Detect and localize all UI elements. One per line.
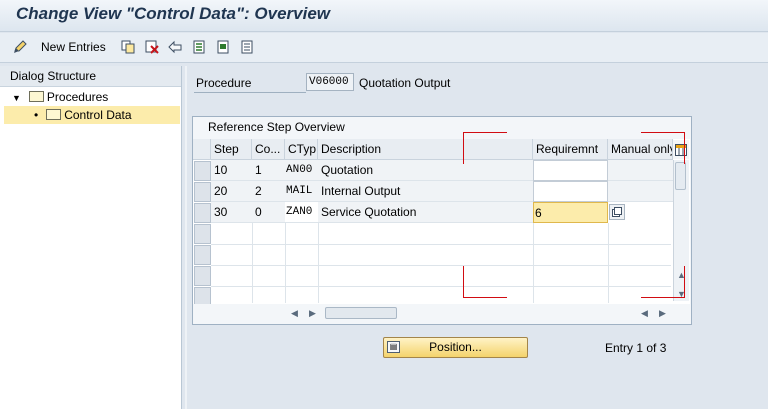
new-entries-button[interactable]: New Entries [41, 40, 106, 54]
deselect-all-icon[interactable] [240, 39, 256, 55]
column-header-counter[interactable]: Co... [252, 139, 285, 160]
procedure-field[interactable]: V06000 [306, 73, 354, 91]
annotation-bracket-top-left [463, 132, 507, 133]
row-selector[interactable] [194, 203, 211, 223]
delete-icon[interactable] [144, 39, 160, 55]
dialog-structure-header: Dialog Structure [0, 66, 181, 87]
cell-description: Service Quotation [318, 202, 533, 223]
select-all-icon[interactable] [192, 39, 208, 55]
row-selector[interactable] [194, 245, 211, 265]
row-selector[interactable] [194, 161, 211, 181]
row-selector[interactable] [194, 224, 211, 244]
page-title: Change View "Control Data": Overview [16, 4, 331, 23]
column-separator [318, 223, 319, 303]
column-separator [533, 223, 534, 303]
requirement-input-active[interactable]: 6 [533, 202, 608, 223]
horizontal-scrollbar-thumb[interactable] [325, 307, 397, 319]
requirement-input[interactable] [533, 160, 608, 181]
select-all-rows-button[interactable] [193, 139, 211, 160]
tree-item-label: Control Data [64, 108, 132, 122]
entry-counter: Entry 1 of 3 [605, 341, 667, 355]
position-icon: ▤ [387, 341, 400, 353]
cell-counter: 0 [252, 202, 285, 223]
position-button-label: Position... [429, 340, 482, 354]
annotation-bracket-top-right [684, 132, 685, 164]
column-separator [285, 223, 286, 303]
tree-item-label: Procedures [46, 90, 109, 104]
tree-item-control-data[interactable]: • Control Data [4, 106, 180, 124]
empty-row [211, 265, 671, 266]
cell-manual-only[interactable] [608, 160, 673, 181]
cell-counter: 2 [252, 181, 285, 202]
select-block-icon[interactable] [216, 39, 232, 55]
column-header-description[interactable]: Description [318, 139, 533, 160]
empty-row [211, 286, 671, 287]
cell-step: 30 [211, 202, 252, 223]
cell-ctyp: AN00 [285, 160, 318, 181]
cell-description: Quotation [318, 160, 533, 181]
vertical-scrollbar-thumb[interactable] [675, 162, 686, 190]
annotation-bracket-bottom-left [463, 266, 464, 298]
column-header-manual-only[interactable]: Manual only [608, 139, 673, 160]
row-selector[interactable] [194, 182, 211, 202]
cell-step: 10 [211, 160, 252, 181]
tree-item-procedures[interactable]: ▼ Procedures [12, 88, 108, 106]
undo-icon[interactable] [167, 39, 183, 55]
scroll-left-icon[interactable]: ◀ [641, 308, 648, 319]
dialog-structure-panel: Dialog Structure ▼ Procedures • Control Da… [0, 66, 182, 409]
annotation-bracket-bottom-right [684, 266, 685, 298]
scroll-right-icon[interactable]: ▶ [659, 308, 666, 319]
horizontal-scrollbar[interactable] [193, 304, 690, 322]
requirement-input[interactable] [533, 181, 608, 202]
annotation-bracket-bottom-right [641, 297, 685, 298]
table-title: Reference Step Overview [208, 120, 345, 134]
procedure-description: Quotation Output [359, 76, 451, 90]
edit-pencil-icon[interactable] [12, 39, 28, 55]
bullet-icon: • [34, 108, 39, 122]
cell-counter: 1 [252, 160, 285, 181]
column-header-step[interactable]: Step [211, 139, 252, 160]
cell-ctyp: MAIL [285, 181, 318, 202]
row-selector[interactable] [194, 266, 211, 286]
column-separator [608, 223, 609, 303]
expand-arrow-icon[interactable]: ▼ [12, 93, 21, 103]
scroll-right-icon[interactable]: ▶ [309, 308, 316, 319]
cell-ctyp: ZAN0 [285, 202, 318, 223]
procedure-label: Procedure [196, 76, 252, 90]
annotation-bracket-bottom-left [463, 297, 507, 298]
column-header-ctyp[interactable]: CTyp [285, 139, 318, 160]
value-help-button[interactable] [609, 204, 625, 220]
annotation-bracket-top-left [463, 132, 464, 164]
panel-divider[interactable] [185, 66, 187, 409]
cell-description: Internal Output [318, 181, 533, 202]
column-header-requirement[interactable]: Requiremnt [533, 139, 608, 160]
column-separator [252, 223, 253, 303]
cell-step: 20 [211, 181, 252, 202]
column-config-icon[interactable] [673, 140, 689, 159]
procedure-underline [194, 92, 306, 93]
title-bar: Change View "Control Data": Overview [0, 0, 768, 32]
position-button[interactable]: Position... [383, 337, 528, 358]
scroll-left-icon[interactable]: ◀ [291, 308, 298, 319]
annotation-bracket-top-right [641, 132, 685, 133]
empty-row [211, 244, 671, 245]
cell-manual-only[interactable] [608, 181, 673, 202]
open-folder-icon [46, 109, 62, 121]
folder-icon [28, 91, 44, 103]
copy-icon[interactable] [120, 39, 136, 55]
application-toolbar: New Entries [0, 33, 768, 63]
